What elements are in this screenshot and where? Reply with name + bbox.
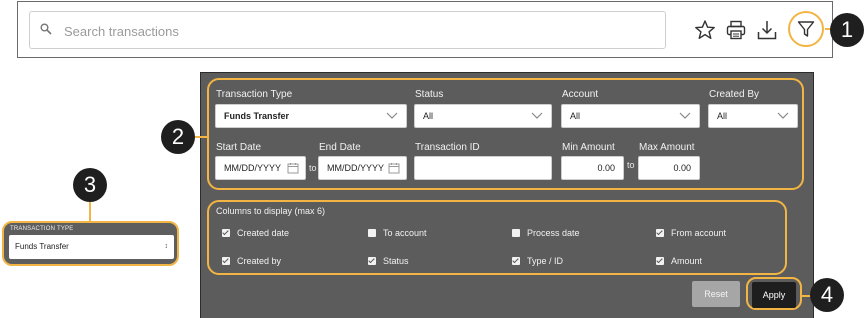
callout-3-leader — [89, 201, 91, 221]
column-option-label: Status — [383, 256, 409, 266]
account-select[interactable]: All — [561, 104, 700, 128]
created-by-value: All — [717, 111, 728, 121]
transaction-type-value: Funds Transfer — [224, 111, 290, 121]
column-option[interactable]: Amount — [656, 256, 702, 266]
calendar-icon[interactable] — [287, 162, 299, 174]
star-icon[interactable] — [694, 19, 716, 41]
column-checkbox[interactable] — [656, 229, 664, 237]
start-date-input[interactable]: MM/DD/YYYY — [215, 156, 306, 180]
filter-button[interactable] — [788, 11, 824, 47]
panel-divider — [200, 72, 814, 73]
transaction-id-input[interactable] — [414, 156, 552, 180]
search-toolbar — [17, 1, 833, 58]
columns-title: Columns to display (max 6) — [216, 206, 326, 216]
chevron-down-icon — [777, 112, 789, 119]
min-amount-value: 0.00 — [597, 163, 615, 173]
created-by-select[interactable]: All — [708, 104, 798, 128]
chevron-down-icon — [386, 112, 398, 119]
max-amount-label: Max Amount — [639, 142, 695, 153]
chevron-down-icon — [531, 112, 543, 119]
callout-4: 4 — [810, 278, 844, 312]
column-checkbox[interactable] — [368, 257, 376, 265]
apply-button[interactable]: Apply — [752, 282, 796, 308]
column-checkbox[interactable] — [512, 257, 520, 265]
column-checkbox[interactable] — [222, 257, 230, 265]
column-option-label: To account — [383, 228, 427, 238]
mobile-transaction-type-label: TRANSACTION TYPE — [10, 226, 74, 232]
column-option[interactable]: Process date — [512, 228, 580, 238]
account-label: Account — [562, 89, 599, 100]
column-option-label: Created by — [237, 256, 282, 266]
max-amount-input[interactable]: 0.00 — [638, 156, 700, 180]
callout-1: 1 — [830, 13, 864, 47]
column-checkbox[interactable] — [368, 229, 376, 237]
column-option[interactable]: From account — [656, 228, 726, 238]
search-icon — [40, 23, 52, 35]
end-date-placeholder: MM/DD/YYYY — [327, 163, 385, 173]
status-value: All — [423, 111, 434, 121]
end-date-label: End Date — [319, 142, 361, 153]
amount-to-label: to — [627, 160, 635, 170]
column-checkbox[interactable] — [656, 257, 664, 265]
updown-arrow-icon: ↕ — [164, 243, 169, 250]
date-to-label: to — [309, 163, 317, 173]
column-checkbox[interactable] — [512, 229, 520, 237]
column-option-label: Amount — [671, 256, 703, 266]
min-amount-label: Min Amount — [562, 142, 615, 153]
mobile-transaction-type: TRANSACTION TYPE Funds Transfer ↕ — [2, 221, 179, 266]
reset-button[interactable]: Reset — [692, 281, 740, 307]
download-icon[interactable] — [756, 19, 778, 41]
transaction-type-label: Transaction Type — [216, 89, 293, 100]
column-option[interactable]: To account — [368, 228, 427, 238]
search-box[interactable] — [29, 11, 666, 49]
column-option-label: From account — [671, 228, 727, 238]
start-date-placeholder: MM/DD/YYYY — [224, 163, 282, 173]
column-option[interactable]: Created date — [222, 228, 289, 238]
calendar-icon[interactable] — [388, 162, 400, 174]
column-option-label: Type / ID — [527, 256, 564, 266]
print-icon[interactable] — [725, 19, 747, 41]
mobile-transaction-type-select[interactable]: Funds Transfer ↕ — [9, 235, 174, 259]
column-option[interactable]: Type / ID — [512, 256, 563, 266]
transaction-id-label: Transaction ID — [415, 142, 480, 153]
transaction-type-select[interactable]: Funds Transfer — [215, 104, 407, 128]
column-checkbox[interactable] — [222, 229, 230, 237]
search-input[interactable] — [64, 20, 654, 42]
filter-icon — [797, 21, 815, 37]
chevron-down-icon — [679, 112, 691, 119]
column-option-label: Created date — [237, 228, 290, 238]
status-select[interactable]: All — [414, 104, 552, 128]
created-by-label: Created By — [709, 89, 760, 100]
max-amount-value: 0.00 — [673, 163, 691, 173]
callout-3: 3 — [73, 168, 107, 202]
start-date-label: Start Date — [216, 142, 262, 153]
end-date-input[interactable]: MM/DD/YYYY — [318, 156, 407, 180]
mobile-transaction-type-value: Funds Transfer — [15, 242, 69, 251]
callout-2: 2 — [161, 120, 195, 154]
column-option[interactable]: Created by — [222, 256, 281, 266]
min-amount-input[interactable]: 0.00 — [561, 156, 624, 180]
column-option[interactable]: Status — [368, 256, 409, 266]
account-value: All — [570, 111, 581, 121]
column-option-label: Process date — [527, 228, 580, 238]
status-label: Status — [415, 89, 444, 100]
